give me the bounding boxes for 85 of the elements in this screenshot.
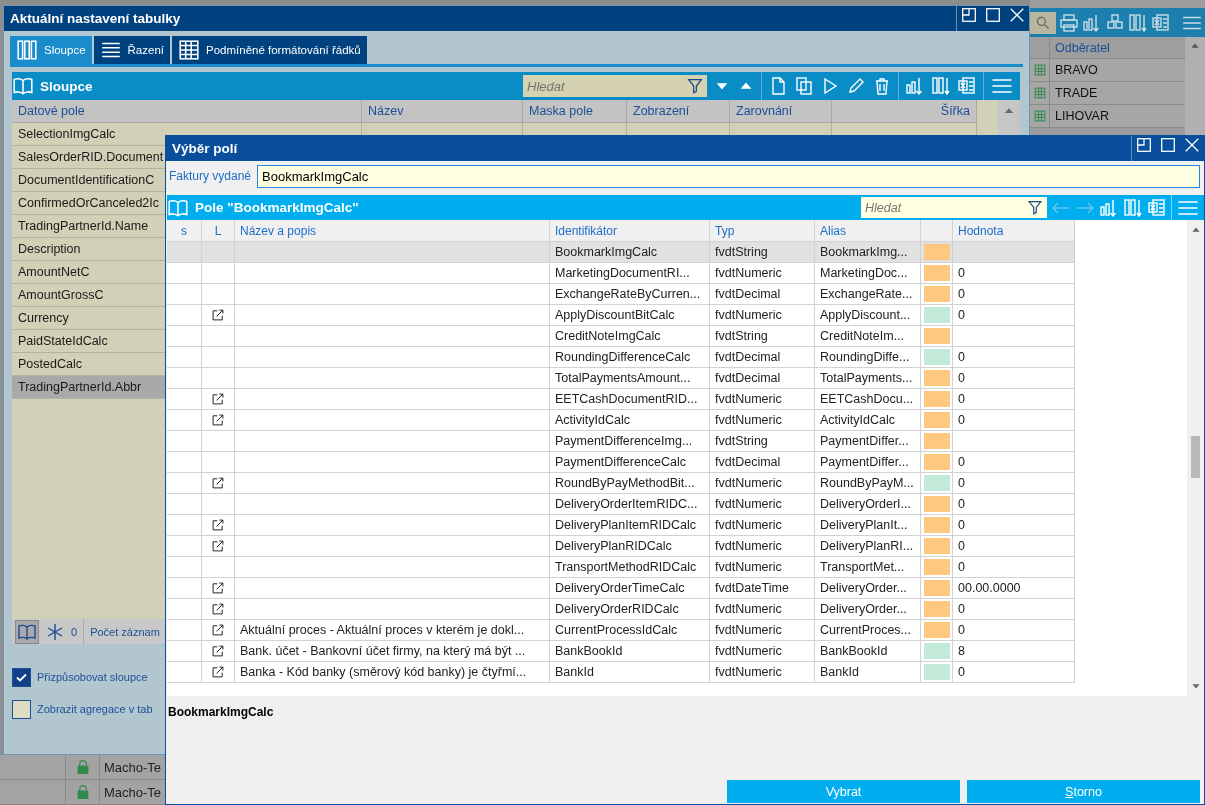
table-row[interactable]: Banka - Kód banky (směrový kód banky) je čtyřmí... BankId fvdtNumeric BankId 0: [167, 662, 1075, 683]
table-cell: fvdtNumeric: [710, 662, 815, 683]
column-header[interactable]: Název: [362, 100, 523, 123]
table-cell-text: BRAVO: [1054, 62, 1099, 79]
spreadsheet-icon[interactable]: [1147, 197, 1167, 218]
table-row[interactable]: DeliveryOrderRIDCalc fvdtNumeric DeliveryOrder... 0: [167, 599, 1075, 620]
checkbox[interactable]: [12, 667, 31, 687]
table-cell-text: TRADE: [1054, 85, 1099, 102]
bar-chart-icon[interactable]: [1099, 197, 1119, 218]
panel-title: Pole "BookmarkImgCalc": [195, 200, 359, 215]
columns-icon: [16, 39, 38, 61]
spreadsheet-icon[interactable]: [1151, 12, 1171, 33]
table-icon: [1032, 109, 1047, 123]
tab[interactable]: Sloupce: [10, 36, 92, 64]
asterisk-icon[interactable]: [45, 621, 65, 642]
table-row[interactable]: ExchangeRateByCurren... fvdtDecimal ExchangeRate... 0: [167, 284, 1075, 305]
close-icon[interactable]: [1008, 6, 1026, 24]
table-row[interactable]: BookmarkImgCalc fvdtString BookmarkImg...: [167, 242, 1075, 263]
table-row[interactable]: DeliveryOrderItemRIDC... fvdtNumeric DeliveryOrderI... 0: [167, 494, 1075, 515]
bar-chart-icon[interactable]: [905, 76, 925, 96]
table-cell-text: Macho-Te: [103, 758, 162, 777]
table-cell-text: LIHOVAR: [1054, 108, 1110, 125]
edit-icon[interactable]: [846, 76, 866, 96]
scroll-thumb[interactable]: [1191, 436, 1200, 478]
columns-icon[interactable]: [1123, 197, 1143, 218]
restore-icon[interactable]: [1135, 136, 1153, 154]
column-header[interactable]: Zarovnání: [730, 100, 832, 123]
columns-icon[interactable]: [1128, 12, 1148, 33]
table-row[interactable]: DeliveryPlanItemRIDCalc fvdtNumeric DeliveryPlanIt... 0: [167, 515, 1075, 536]
column-header[interactable]: Datové pole: [12, 100, 362, 123]
maximize-icon[interactable]: [1159, 136, 1177, 154]
input-field[interactable]: BookmarkImgCalc: [257, 164, 1200, 188]
table-grid-icon: [178, 39, 200, 61]
column-header[interactable]: Šířka: [832, 100, 977, 123]
table-row[interactable]: DeliveryPlanRIDCalc fvdtNumeric DeliveryPlanRI... 0: [167, 536, 1075, 557]
copy-icon[interactable]: [794, 76, 814, 96]
table-icon: [1032, 86, 1047, 100]
table-cell: BankId: [815, 662, 921, 683]
filter-icon[interactable]: [683, 75, 707, 97]
columns-icon[interactable]: [931, 76, 951, 96]
table-row[interactable]: ApplyDiscountBitCalc fvdtNumeric ApplyDiscount... 0: [167, 305, 1075, 326]
table-row[interactable]: Aktuální proces - Aktuální proces v kterém je dokl... CurrentProcessIdCalc fvdtNumeric CurrentProces... 0: [167, 620, 1075, 641]
spreadsheet-icon[interactable]: [957, 76, 977, 96]
maximize-icon[interactable]: [984, 6, 1002, 24]
table-row[interactable]: PaymentDifferenceImg... fvdtString PaymentDiffer...: [167, 431, 1075, 452]
table-row[interactable]: CreditNoteImgCalc fvdtString CreditNoteIm...: [167, 326, 1075, 347]
table-cell: 0: [953, 662, 1075, 683]
table-row[interactable]: RoundByPayMethodBit... fvdtNumeric RoundByPayM... 0: [167, 473, 1075, 494]
panel-title: Sloupce: [40, 78, 93, 94]
restore-icon[interactable]: [960, 6, 978, 24]
table-row[interactable]: DeliveryOrderTimeCalc fvdtDateTime DeliveryOrder... 00.00.0000: [167, 578, 1075, 599]
table-cell: BankId: [550, 662, 710, 683]
column-header[interactable]: Zobrazení: [627, 100, 730, 123]
search-field[interactable]: [1030, 11, 1056, 34]
checkbox-label[interactable]: Přizpůsobovat sloupce: [37, 671, 148, 683]
record-count-label: Počet záznam: [90, 625, 160, 638]
scrollbar[interactable]: [1187, 220, 1204, 696]
table-row[interactable]: Bank. účet - Bankovní účet firmy, na který má být ... BankBookId fvdtNumeric BankBookId 8: [167, 641, 1075, 662]
table-row[interactable]: ActivityIdCalc fvdtNumeric ActivityIdCalc 0: [167, 410, 1075, 431]
tab[interactable]: Řazení: [93, 36, 170, 64]
table-row[interactable]: TransportMethodRIDCalc fvdtNumeric TransportMet... 0: [167, 557, 1075, 578]
search-field[interactable]: Hledat: [861, 197, 1023, 218]
selected-field-name: BookmarkImgCalc: [168, 705, 275, 719]
table-icon: [1032, 63, 1047, 77]
checkbox[interactable]: [12, 699, 31, 719]
search-icon[interactable]: [1035, 14, 1051, 31]
filter-icon[interactable]: [1023, 197, 1047, 218]
column-header[interactable]: Maska pole: [523, 100, 627, 123]
table-row[interactable]: MarketingDocumentRI... fvdtNumeric MarketingDoc... 0: [167, 263, 1075, 284]
window-title: Aktuální nastavení tabulky: [9, 11, 182, 26]
field-label: Faktury vydané: [169, 169, 252, 183]
record-count: 0: [71, 625, 78, 638]
tab[interactable]: Podmíněné formátování řádků: [172, 36, 367, 64]
checkbox-label[interactable]: Zobrazit agregace v tab: [37, 703, 153, 715]
table-row[interactable]: RoundingDifferenceCalc fvdtDecimal RoundingDiffe... 0: [167, 347, 1075, 368]
table-row[interactable]: PaymentDifferenceCalc fvdtDecimal PaymentDiffer... 0: [167, 452, 1075, 473]
table-row[interactable]: TotalPaymentsAmount... fvdtDecimal TotalPayments... 0: [167, 368, 1075, 389]
search-field[interactable]: Hledat: [523, 75, 683, 97]
book-icon[interactable]: [12, 75, 34, 97]
bar-chart-icon[interactable]: [1082, 12, 1102, 33]
table-cell-text: Macho-Te: [103, 783, 162, 802]
table-cell: Banka - Kód banky (směrový kód banky) je čtyřmí...: [235, 662, 550, 683]
printer-icon[interactable]: [1059, 12, 1079, 33]
close-icon[interactable]: [1183, 136, 1201, 154]
table-row[interactable]: EETCashDocumentRID... fvdtNumeric EETCashDocu... 0: [167, 389, 1075, 410]
